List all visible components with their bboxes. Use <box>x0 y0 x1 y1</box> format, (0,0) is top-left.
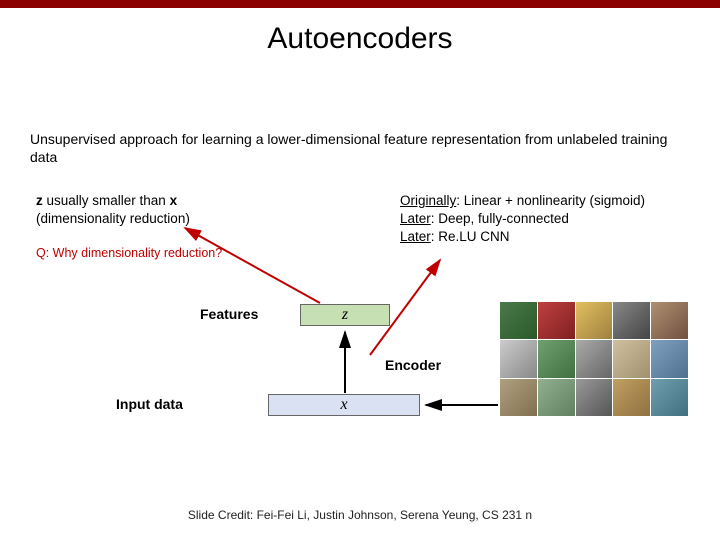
top-bar <box>0 0 720 8</box>
orig-u3: Later <box>400 229 431 244</box>
grid-thumb <box>651 379 688 416</box>
note-z-t1: usually smaller than <box>43 193 170 208</box>
input-label: Input data <box>116 396 183 412</box>
note-question: Q: Why dimensionality reduction? <box>36 245 222 261</box>
orig-t1: : Linear + nonlinearity (sigmoid) <box>456 193 645 208</box>
orig-t2: : Deep, fully-connected <box>431 211 569 226</box>
orig-u2: Later <box>400 211 431 226</box>
slide-credit: Slide Credit: Fei-Fei Li, Justin Johnson… <box>0 508 720 522</box>
note-z-t2: (dimensionality reduction) <box>36 211 190 226</box>
grid-thumb <box>538 379 575 416</box>
note-originally: Originally: Linear + nonlinearity (sigmo… <box>400 192 645 247</box>
slide-title: Autoencoders <box>0 22 720 56</box>
grid-thumb <box>651 302 688 339</box>
grid-thumb <box>651 340 688 377</box>
grid-thumb <box>500 379 537 416</box>
z-feature-box: z <box>300 304 390 326</box>
features-label: Features <box>200 306 258 322</box>
grid-thumb <box>613 340 650 377</box>
grid-thumb <box>613 379 650 416</box>
x-input-box: x <box>268 394 420 416</box>
grid-thumb <box>538 340 575 377</box>
subtitle-text: Unsupervised approach for learning a low… <box>30 130 690 166</box>
grid-thumb <box>500 340 537 377</box>
grid-thumb <box>576 302 613 339</box>
grid-thumb <box>576 379 613 416</box>
note-z-dimension: z usually smaller than x (dimensionality… <box>36 192 190 227</box>
x-bold: x <box>170 193 178 208</box>
grid-thumb <box>500 302 537 339</box>
z-bold: z <box>36 193 43 208</box>
orig-u1: Originally <box>400 193 456 208</box>
arrows-svg <box>0 0 720 540</box>
grid-thumb <box>613 302 650 339</box>
grid-thumb <box>576 340 613 377</box>
image-grid <box>500 302 688 416</box>
grid-thumb <box>538 302 575 339</box>
arrow-z-note <box>185 228 320 303</box>
encoder-label: Encoder <box>385 357 441 373</box>
orig-t3: : Re.LU CNN <box>431 229 510 244</box>
